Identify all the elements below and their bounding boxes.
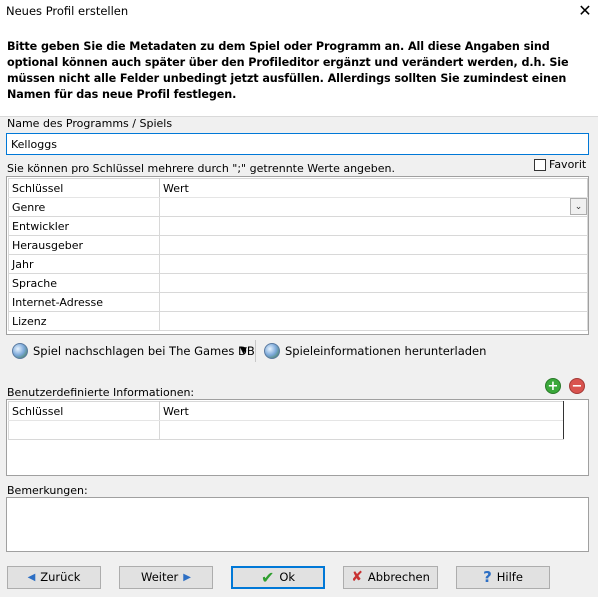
row-key-genre: Genre <box>8 197 160 217</box>
chevron-down-icon[interactable]: ⌄ <box>570 198 587 215</box>
row-key-sprache: Sprache <box>8 273 160 293</box>
favorit-label: Favorit <box>549 158 587 171</box>
custom-column-header-value[interactable]: Wert <box>159 401 564 421</box>
row-value-sprache[interactable] <box>159 273 588 293</box>
globe-icon <box>12 343 28 359</box>
name-input-value: Kelloggs <box>11 138 57 151</box>
genre-dropdown[interactable]: ⌄ <box>159 197 588 217</box>
arrow-right-icon: ▶ <box>183 572 191 583</box>
window-title: Neues Profil erstellen <box>6 4 129 18</box>
row-key-herausgeber: Herausgeber <box>8 235 160 255</box>
row-value-internet-adresse[interactable] <box>159 292 588 312</box>
name-label: Name des Programms / Spiels <box>7 117 173 130</box>
table-row[interactable] <box>8 420 564 440</box>
intro-panel: Bitte geben Sie die Metadaten zu dem Spi… <box>0 22 598 117</box>
add-icon[interactable]: + <box>545 378 561 394</box>
metadata-table: Schlüssel Wert Genre ⌄ Entwickler Heraus… <box>8 178 588 331</box>
custom-column-header-key[interactable]: Schlüssel <box>8 401 160 421</box>
table-row[interactable]: Genre ⌄ <box>8 197 588 217</box>
row-value-lizenz[interactable] <box>159 311 588 331</box>
name-input[interactable]: Kelloggs <box>6 133 589 155</box>
custom-info-label: Benutzerdefinierte Informationen: <box>7 386 195 399</box>
custom-info-table: Schlüssel Wert <box>8 401 564 440</box>
custom-info-grid[interactable]: Schlüssel Wert <box>6 399 589 476</box>
close-icon[interactable]: ✕ <box>578 1 592 20</box>
row-key-jahr: Jahr <box>8 254 160 274</box>
ok-button[interactable]: ✔ Ok <box>231 566 325 589</box>
column-header-key[interactable]: Schlüssel <box>8 178 160 198</box>
arrow-left-icon: ◀ <box>27 572 36 583</box>
custom-header-row: Schlüssel Wert <box>8 401 564 421</box>
lookup-games-db-button[interactable]: Spiel nachschlagen bei The Games DB <box>12 343 255 361</box>
cancel-button[interactable]: ✘ Abbrechen <box>343 566 438 589</box>
row-key-internet-adresse: Internet-Adresse <box>8 292 160 312</box>
globe-download-icon <box>264 343 280 359</box>
table-row[interactable]: Entwickler <box>8 216 588 236</box>
table-row[interactable]: Lizenz <box>8 311 588 331</box>
custom-row-key[interactable] <box>8 420 160 440</box>
lookup-label: Spiel nachschlagen bei The Games DB <box>33 344 255 358</box>
row-value-entwickler[interactable] <box>159 216 588 236</box>
ok-label: Ok <box>279 570 296 584</box>
table-row[interactable]: Sprache <box>8 273 588 293</box>
intro-text: Bitte geben Sie die Metadaten zu dem Spi… <box>7 40 569 101</box>
table-row[interactable]: Jahr <box>8 254 588 274</box>
next-button[interactable]: Weiter ▶ <box>119 566 213 589</box>
toolbar-separator <box>255 340 256 362</box>
back-button[interactable]: ◀ Zurück <box>7 566 101 589</box>
favorit-checkbox-box[interactable] <box>534 159 546 171</box>
multi-value-hint: Sie können pro Schlüssel mehrere durch "… <box>7 162 396 175</box>
cross-icon: ✘ <box>351 569 363 585</box>
cancel-label: Abbrechen <box>367 570 430 584</box>
lookup-dropdown-arrow-icon[interactable]: ▼ <box>240 346 247 356</box>
download-info-button[interactable]: Spieleinformationen herunterladen <box>264 343 486 361</box>
column-header-value[interactable]: Wert <box>159 178 588 198</box>
table-row[interactable]: Herausgeber <box>8 235 588 255</box>
notes-label: Bemerkungen: <box>7 484 88 497</box>
row-value-jahr[interactable] <box>159 254 588 274</box>
remove-icon[interactable]: − <box>569 378 585 394</box>
download-label: Spieleinformationen herunterladen <box>285 344 487 358</box>
row-value-herausgeber[interactable] <box>159 235 588 255</box>
help-label: Hilfe <box>496 570 523 584</box>
metadata-grid[interactable]: Schlüssel Wert Genre ⌄ Entwickler Heraus… <box>6 176 589 335</box>
next-label: Weiter <box>141 570 179 584</box>
title-bar: Neues Profil erstellen ✕ <box>0 0 598 22</box>
help-button[interactable]: ? Hilfe <box>456 566 550 589</box>
row-key-lizenz: Lizenz <box>8 311 160 331</box>
table-row[interactable]: Internet-Adresse <box>8 292 588 312</box>
question-mark-icon: ? <box>483 568 492 586</box>
back-label: Zurück <box>40 570 81 584</box>
custom-grid-edge <box>563 401 564 439</box>
notes-textarea[interactable] <box>6 497 589 552</box>
custom-row-value[interactable] <box>159 420 564 440</box>
metadata-header-row: Schlüssel Wert <box>8 178 588 198</box>
row-key-entwickler: Entwickler <box>8 216 160 236</box>
checkmark-icon: ✔ <box>260 568 275 587</box>
